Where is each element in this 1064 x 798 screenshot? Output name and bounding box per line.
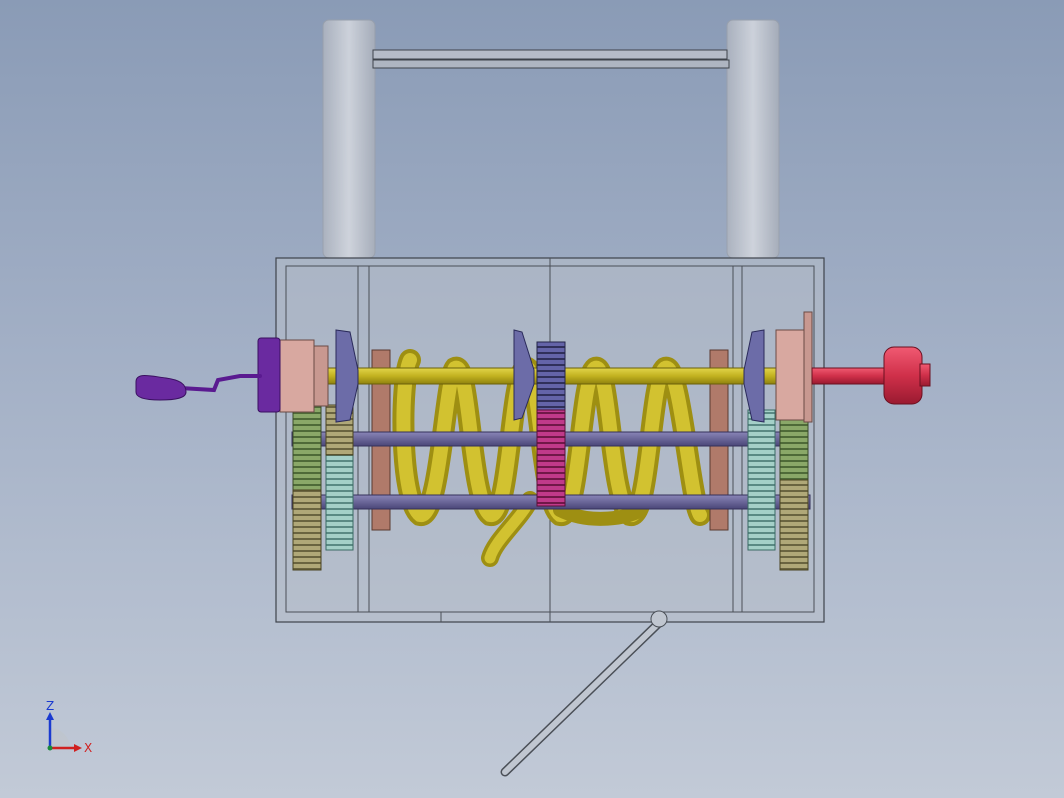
cad-viewport[interactable] [0, 0, 1064, 798]
left-gear-olive[interactable] [292, 489, 322, 571]
left-support-post[interactable] [322, 19, 376, 259]
orientation-triad: Z X [46, 700, 92, 755]
right-support-post[interactable] [726, 19, 780, 259]
left-flange[interactable] [257, 337, 329, 413]
right-gear-olive[interactable] [779, 479, 809, 571]
center-gear-blue[interactable] [536, 341, 566, 413]
right-gear-teal[interactable] [747, 409, 776, 551]
x-axis-label: X [84, 741, 92, 755]
center-gear-magenta[interactable] [536, 409, 566, 507]
output-knob[interactable] [811, 346, 931, 405]
crank-handle[interactable] [135, 374, 262, 401]
stand-lever[interactable] [500, 610, 668, 777]
top-crossbar[interactable] [372, 49, 730, 69]
center-gear[interactable] [536, 341, 566, 507]
z-axis-label: Z [46, 700, 54, 713]
